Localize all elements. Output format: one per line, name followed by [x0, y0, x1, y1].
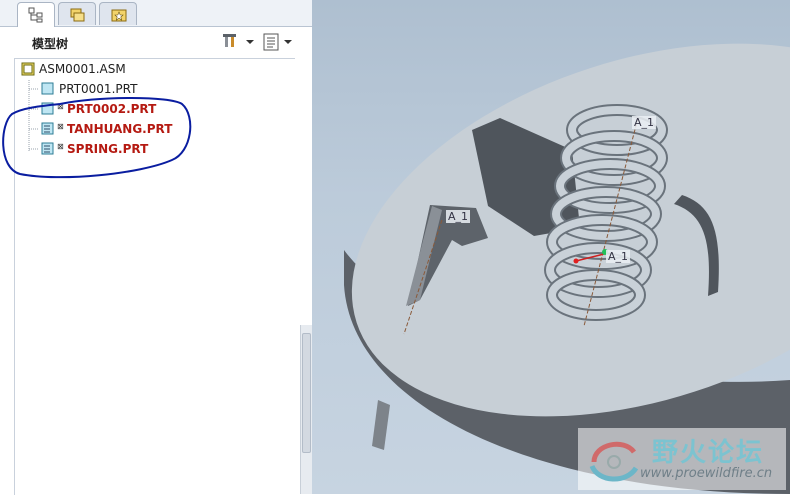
panel-tab-strip — [0, 0, 312, 27]
panel-header: 模型树 — [0, 27, 300, 57]
show-menu-button[interactable] — [262, 32, 296, 52]
datum-label-top[interactable]: A_1 — [632, 116, 657, 129]
model-tree-icon — [28, 7, 43, 23]
datum-label-left[interactable]: A_1 — [446, 210, 471, 223]
tree-scrollbar[interactable] — [300, 325, 312, 494]
annotation-ellipse — [2, 97, 192, 179]
model-render — [344, 43, 790, 494]
watermark-logo — [589, 441, 639, 482]
watermark-brand: 野火论坛 — [652, 438, 765, 468]
favorites-folder-icon — [111, 9, 127, 22]
model-tree-tab[interactable] — [17, 2, 55, 27]
model-tree-panel: 模型树 ASM0001.ASM PRT0001.PRT ⊠ PRT0002.PR… — [0, 0, 312, 495]
graphics-viewport[interactable]: A_1 A_1 A_1 — [312, 0, 790, 494]
list-settings-icon — [263, 33, 292, 51]
tools-icon — [223, 34, 254, 47]
folder-browser-icon — [70, 8, 85, 22]
scroll-thumb[interactable] — [302, 333, 311, 453]
tree-root-label: ASM0001.ASM — [39, 62, 126, 76]
panel-title: 模型树 — [32, 37, 69, 51]
settings-menu-button[interactable] — [222, 32, 256, 52]
datum-label-mid[interactable]: A_1 — [606, 250, 631, 263]
watermark-url: www.proewildfire.cn — [640, 466, 773, 481]
watermark: 野火论坛 www.proewildfire.cn — [578, 428, 786, 490]
assembly-icon — [21, 62, 35, 76]
favorites-tab[interactable] — [99, 2, 137, 25]
folder-browser-tab[interactable] — [58, 2, 96, 25]
